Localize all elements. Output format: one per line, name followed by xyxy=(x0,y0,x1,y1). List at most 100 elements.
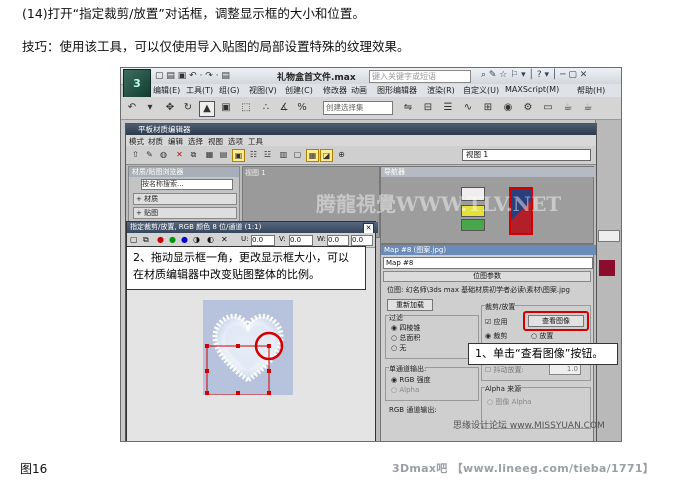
pick-icon[interactable]: ⇧ xyxy=(130,149,141,160)
mono-output-label: 单通道输出: xyxy=(389,364,427,374)
layout-icon[interactable]: ☷ xyxy=(248,149,259,160)
bitmap-params-rollout[interactable]: 位图参数 xyxy=(383,271,591,282)
dialog-save-icon[interactable]: ▢ xyxy=(130,235,138,244)
v-field[interactable]: 0.0 xyxy=(289,235,313,246)
bitmap-path[interactable]: 位图: 幻名师\3ds max 基础材质初学者必读\素材\图案.jpg xyxy=(387,285,591,295)
select-icon[interactable]: ▾ xyxy=(143,101,157,115)
map-name-field[interactable]: Map #8 xyxy=(383,257,593,269)
menu-modifiers[interactable]: 修改器 xyxy=(323,85,347,96)
params-header: Map #8 (图案.jpg) xyxy=(381,245,596,255)
menu-views[interactable]: 视图(V) xyxy=(249,85,277,96)
menu-create[interactable]: 创建(C) xyxy=(285,85,313,96)
render-active-icon[interactable]: ☕ xyxy=(581,101,595,115)
align-icon[interactable]: ⊟ xyxy=(421,101,435,115)
menu-rendering[interactable]: 渲染(R) xyxy=(427,85,455,96)
menu-animation[interactable]: 动画 xyxy=(351,85,367,96)
assign-icon[interactable]: ◍ xyxy=(158,149,169,160)
hide-icon[interactable]: ▥ xyxy=(278,149,289,160)
render-frame-icon[interactable]: ▭ xyxy=(541,101,555,115)
place-radio[interactable]: ○ 放置 xyxy=(531,331,553,341)
select-mode-icon[interactable]: ◪ xyxy=(320,149,333,162)
rgb-output-label: RGB 通道输出: xyxy=(389,406,437,414)
select-object-icon[interactable]: ▲ xyxy=(199,101,215,117)
filter-none[interactable]: ○ 无 xyxy=(391,343,406,353)
param-icon[interactable]: ▦ xyxy=(306,149,319,162)
nav-node-green[interactable] xyxy=(461,219,485,231)
delete-icon[interactable]: ✕ xyxy=(174,149,185,160)
render-setup-icon[interactable]: ⚙ xyxy=(521,101,535,115)
mirror-icon[interactable]: ⇋ xyxy=(401,101,415,115)
menu-customize[interactable]: 自定义(U) xyxy=(463,85,499,96)
h-field[interactable]: 0.0 xyxy=(351,235,373,246)
title-tool-icons[interactable]: ⌕ ✎ ☆ ⚐ ▾ │ ? ▾ │ ─ ▢ ✕ xyxy=(481,70,587,80)
show-shaded-icon[interactable]: ▣ xyxy=(232,149,245,162)
rollout-materials[interactable]: + 材质 xyxy=(133,193,237,205)
u-label: U: xyxy=(241,235,249,243)
menu-maxscript[interactable]: MAXScript(M) xyxy=(505,85,559,94)
command-panel xyxy=(595,120,621,441)
alpha-channel-icon[interactable]: ◑ xyxy=(193,235,200,244)
scale-icon[interactable]: ⬚ xyxy=(239,101,253,115)
panel-field[interactable] xyxy=(598,230,620,242)
layers-icon[interactable]: ☰ xyxy=(441,101,455,115)
angle-snap-icon[interactable]: ∡ xyxy=(277,101,291,115)
render-icon[interactable]: ☕ xyxy=(561,101,575,115)
menu-edit[interactable]: 编辑(E) xyxy=(153,85,180,96)
w-field[interactable]: 0.0 xyxy=(327,235,349,246)
snap-icon[interactable]: ∴ xyxy=(259,101,273,115)
menu-graph-editors[interactable]: 图形编辑器 xyxy=(377,85,417,96)
image-canvas[interactable] xyxy=(203,300,293,396)
filter-pyramidal[interactable]: ◉ 四棱锥 xyxy=(391,323,420,333)
crop-radio[interactable]: ◉ 裁剪 xyxy=(485,331,507,341)
view-image-highlight: 查看图像 xyxy=(523,311,589,331)
selection-set-dropdown[interactable]: 创建选择集 xyxy=(323,101,393,115)
view-image-button[interactable]: 查看图像 xyxy=(528,315,584,327)
eyedropper-icon[interactable]: ✎ xyxy=(144,149,155,160)
nav-icon[interactable]: ▢ xyxy=(292,149,303,160)
layout-all-icon[interactable]: ☳ xyxy=(262,149,273,160)
rotate-icon[interactable]: ↻ xyxy=(181,101,195,115)
jitter-input[interactable]: 1.0 xyxy=(549,364,581,375)
clear-icon[interactable]: ✕ xyxy=(221,235,228,244)
main-menubar: 编辑(E) 工具(T) 组(G) 视图(V) 创建(C) 修改器 动画 图形编辑… xyxy=(151,84,621,97)
mono-icon[interactable]: ◐ xyxy=(207,235,214,244)
menu-tools[interactable]: 工具(T) xyxy=(186,85,213,96)
view-select-dropdown[interactable]: 视图 1 xyxy=(462,149,591,161)
green-channel-icon[interactable]: ● xyxy=(169,235,176,244)
u-field[interactable]: 0.0 xyxy=(251,235,275,246)
blue-channel-icon[interactable]: ● xyxy=(181,235,188,244)
material-editor-icon[interactable]: ◉ xyxy=(501,101,515,115)
schematic-icon[interactable]: ⊞ xyxy=(481,101,495,115)
quick-access-icons[interactable]: ▢ ▤ ▣ ↶ · ↷ · ▤ xyxy=(155,71,230,81)
search-input[interactable]: 键入关键字或短语 xyxy=(369,70,471,83)
copy-icon[interactable]: ⧉ xyxy=(188,149,199,160)
filter-summed[interactable]: ○ 总面积 xyxy=(391,333,420,343)
app-logo-icon[interactable]: 3 xyxy=(123,69,151,98)
red-channel-icon[interactable]: ● xyxy=(157,235,164,244)
jitter-label[interactable]: ☐ 抖动放置: xyxy=(485,365,524,375)
mono-alpha[interactable]: ○ Alpha xyxy=(391,386,419,394)
show-map-icon[interactable]: ▤ xyxy=(218,149,229,160)
menu-help[interactable]: 帮助(H) xyxy=(577,85,605,96)
dialog-copy-icon[interactable]: ⧉ xyxy=(143,235,149,245)
apply-checkbox[interactable]: ☑ 应用 xyxy=(485,317,508,327)
percent-snap-icon[interactable]: % xyxy=(295,101,309,115)
select-region-icon[interactable]: ▣ xyxy=(219,101,233,115)
crop-group-label: 裁剪/放置 xyxy=(485,302,516,312)
reload-button[interactable]: 重新加载 xyxy=(387,299,433,311)
slate-titlebar: 平板材质编辑器 xyxy=(126,124,596,135)
undo-icon[interactable]: ↶ xyxy=(125,101,139,115)
background-icon[interactable]: ▦ xyxy=(204,149,215,160)
mono-rgb[interactable]: ◉ RGB 强度 xyxy=(391,375,431,385)
color-swatch[interactable] xyxy=(599,260,615,276)
curve-editor-icon[interactable]: ∿ xyxy=(461,101,475,115)
snap-node-icon[interactable]: ⊕ xyxy=(336,149,347,160)
rollout-maps[interactable]: + 贴图 xyxy=(133,207,237,219)
alpha-image-radio[interactable]: ○ 图像 Alpha xyxy=(487,397,531,407)
browser-search-input[interactable]: 按名称搜索... xyxy=(141,179,233,190)
watermark-tlv: 腾龍視覺WWW.TLV.NET xyxy=(316,192,562,216)
move-icon[interactable]: ✥ xyxy=(163,101,177,115)
navigator-header: 导航器 xyxy=(381,167,596,177)
view-tab[interactable]: 视图 1 xyxy=(245,168,266,178)
menu-group[interactable]: 组(G) xyxy=(219,85,239,96)
